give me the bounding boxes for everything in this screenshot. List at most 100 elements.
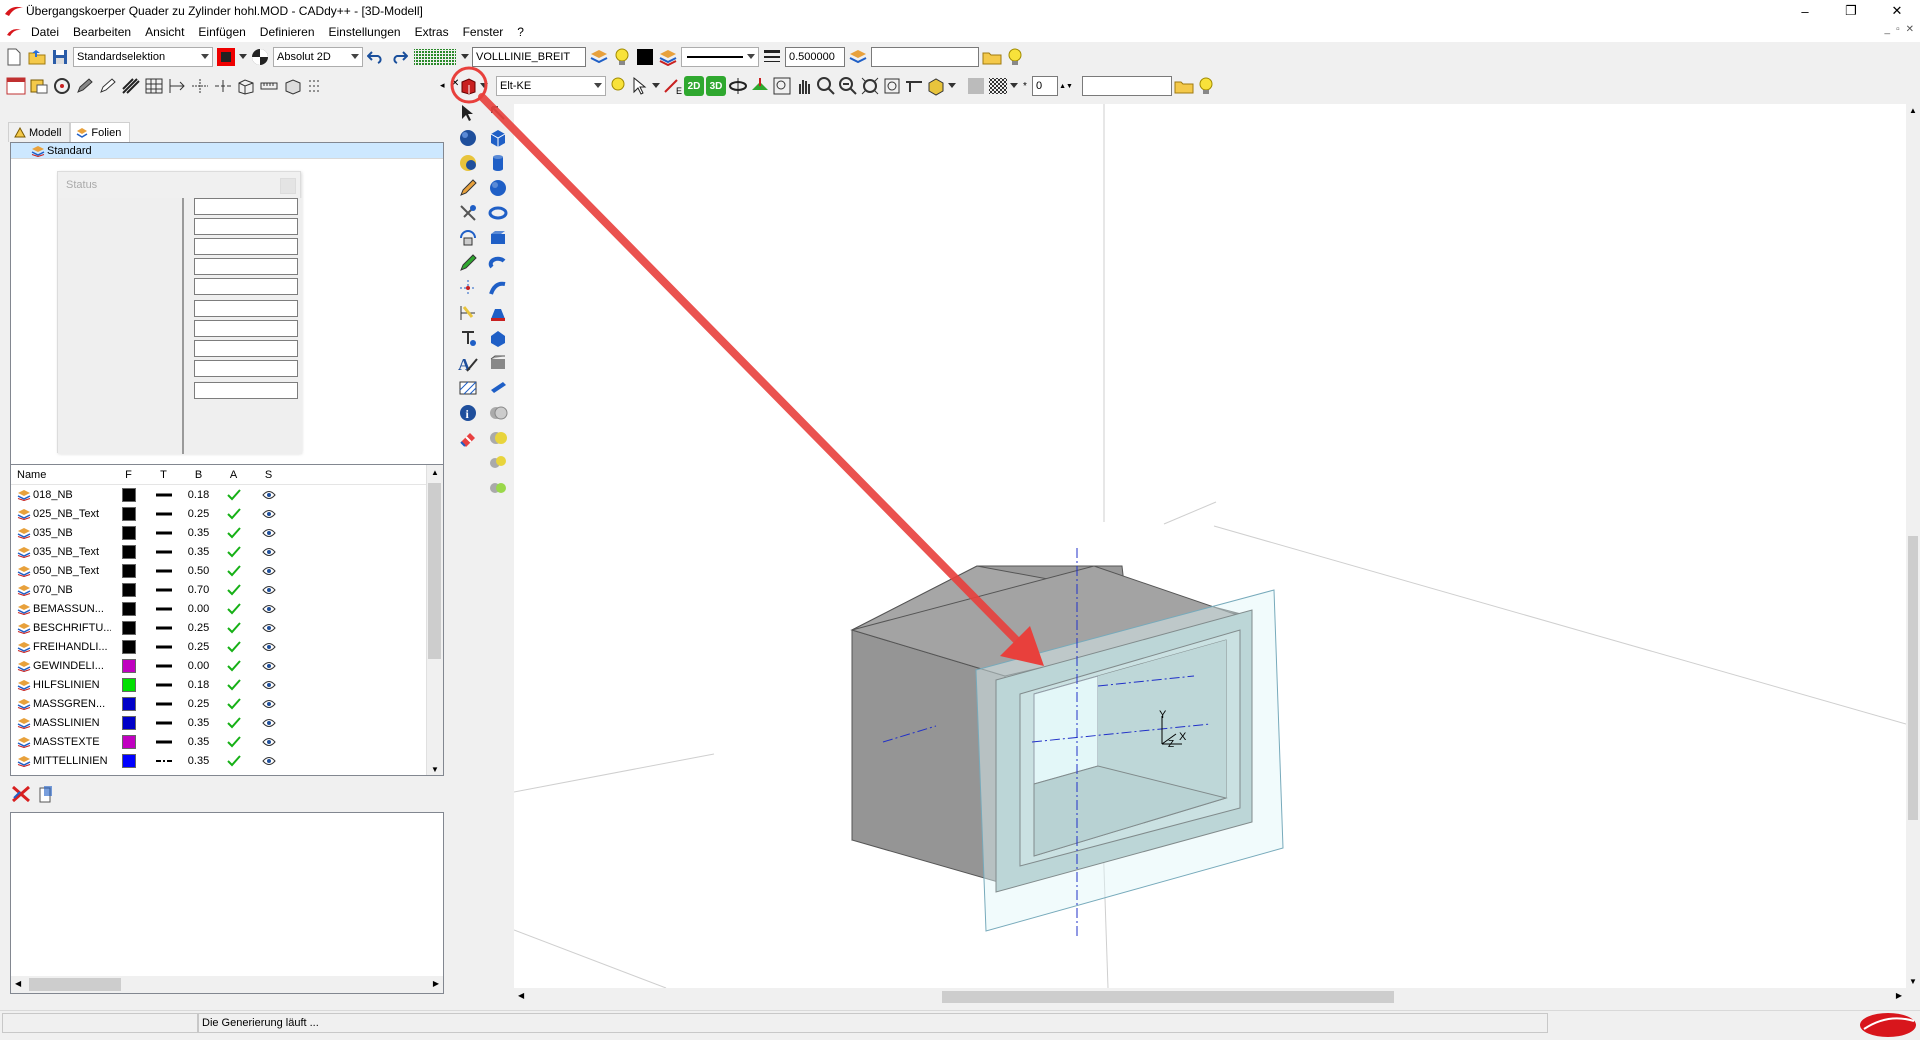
check-icon[interactable] bbox=[226, 735, 241, 748]
layer-active-cell[interactable] bbox=[216, 754, 251, 767]
layer-width-cell[interactable]: 0.50 bbox=[181, 565, 216, 577]
layers-icon[interactable] bbox=[658, 47, 678, 67]
hatch-tool-icon[interactable] bbox=[121, 76, 141, 96]
layer-row[interactable]: HILFSLINIEN 0.18 bbox=[11, 675, 443, 694]
layer-color-cell[interactable] bbox=[111, 753, 146, 768]
torus-icon[interactable] bbox=[487, 202, 509, 224]
viewport-v-scrollbar[interactable]: ▲ ▼ bbox=[1906, 104, 1920, 988]
eye-icon[interactable] bbox=[261, 680, 276, 690]
layer-active-cell[interactable] bbox=[216, 678, 251, 691]
save-icon[interactable] bbox=[50, 47, 70, 67]
layer-color-cell[interactable] bbox=[111, 620, 146, 635]
zoom-in-icon[interactable] bbox=[816, 76, 836, 96]
layer-linetype-cell[interactable] bbox=[146, 493, 181, 497]
layer-linetype-cell[interactable] bbox=[146, 550, 181, 554]
layer-visible-cell[interactable] bbox=[251, 490, 286, 500]
layer-active-cell[interactable] bbox=[216, 583, 251, 596]
chevron-down-icon[interactable] bbox=[239, 47, 247, 67]
properties-icon[interactable] bbox=[29, 76, 49, 96]
layer-color-swatch[interactable] bbox=[121, 658, 136, 673]
open-folder-icon[interactable] bbox=[982, 47, 1002, 67]
layer-row[interactable]: GEWINDELI... 0.00 bbox=[11, 656, 443, 675]
open-folder-icon[interactable] bbox=[27, 47, 47, 67]
dotted-grid-icon[interactable] bbox=[305, 76, 325, 96]
coordinate-mode-select[interactable]: Absolut 2D bbox=[273, 47, 363, 67]
line-width-field[interactable]: 0.500000 bbox=[785, 47, 845, 67]
layer-color-swatch[interactable] bbox=[121, 639, 136, 654]
layer-active-cell[interactable] bbox=[216, 507, 251, 520]
check-icon[interactable] bbox=[226, 678, 241, 691]
scroll-down-icon[interactable]: ▼ bbox=[1909, 977, 1917, 986]
sphere-yellow-icon[interactable] bbox=[457, 152, 479, 174]
fill-gray-icon[interactable] bbox=[966, 76, 986, 96]
eraser-icon[interactable] bbox=[457, 427, 479, 449]
menu-fenster[interactable]: Fenster bbox=[456, 25, 511, 39]
crosshair-icon[interactable] bbox=[190, 76, 210, 96]
color-black-icon[interactable] bbox=[635, 47, 655, 67]
eye-icon[interactable] bbox=[261, 528, 276, 538]
hatch-grid-icon[interactable] bbox=[144, 76, 164, 96]
zoom-out-icon[interactable] bbox=[838, 76, 858, 96]
mdi-close-button[interactable]: ✕ bbox=[1906, 24, 1914, 35]
layer-active-cell[interactable] bbox=[216, 735, 251, 748]
transform-icon[interactable] bbox=[457, 227, 479, 249]
eye-icon[interactable] bbox=[261, 718, 276, 728]
layer-color-swatch[interactable] bbox=[121, 563, 136, 578]
status-window-icon[interactable] bbox=[6, 76, 26, 96]
layer-color-swatch[interactable] bbox=[121, 753, 136, 768]
layer-linetype-cell[interactable] bbox=[146, 721, 181, 725]
layer-active-cell[interactable] bbox=[216, 545, 251, 558]
scroll-right-icon[interactable]: ▶ bbox=[1896, 991, 1902, 1000]
points-icon[interactable] bbox=[457, 277, 479, 299]
loft-icon[interactable] bbox=[487, 302, 509, 324]
layer-width-cell[interactable]: 0.25 bbox=[181, 622, 216, 634]
green-pencil-icon[interactable] bbox=[457, 252, 479, 274]
text-a-icon[interactable]: A bbox=[457, 352, 479, 374]
layer-visible-cell[interactable] bbox=[251, 585, 286, 595]
layer-active-cell[interactable] bbox=[216, 602, 251, 615]
layer-linetype-cell[interactable] bbox=[146, 645, 181, 649]
menu-einfuegen[interactable]: Einfügen bbox=[191, 25, 252, 39]
3d-viewport[interactable]: Y Z X bbox=[514, 104, 1906, 988]
column-name[interactable]: Name bbox=[11, 469, 111, 481]
layer-linetype-cell[interactable] bbox=[146, 740, 181, 744]
layer-color-swatch[interactable] bbox=[121, 620, 136, 635]
layer-color-cell[interactable] bbox=[111, 734, 146, 749]
edit-pencil-icon[interactable] bbox=[98, 76, 118, 96]
layer-color-cell[interactable] bbox=[111, 677, 146, 692]
color-red-icon[interactable] bbox=[216, 47, 236, 67]
viewport-h-scroll-thumb[interactable] bbox=[942, 991, 1394, 1003]
view-plane-icon[interactable] bbox=[750, 76, 770, 96]
pencil-draw-icon[interactable] bbox=[457, 177, 479, 199]
undo-icon[interactable] bbox=[366, 47, 386, 67]
tool-3d-button[interactable]: 3D bbox=[706, 76, 726, 96]
solid-view-icon[interactable] bbox=[926, 76, 946, 96]
layer-row[interactable]: MASSTEXTE 0.35 bbox=[11, 732, 443, 751]
layer-width-cell[interactable]: 0.25 bbox=[181, 698, 216, 710]
layer-width-cell[interactable]: 0.25 bbox=[181, 508, 216, 520]
line-width-icon[interactable] bbox=[762, 47, 782, 67]
layer-folder-icon[interactable] bbox=[589, 47, 609, 67]
layer-visible-cell[interactable] bbox=[251, 718, 286, 728]
scroll-up-icon[interactable]: ▲ bbox=[431, 468, 439, 477]
layer-visible-cell[interactable] bbox=[251, 756, 286, 766]
orbit-icon[interactable] bbox=[728, 76, 748, 96]
layer-color-cell[interactable] bbox=[111, 715, 146, 730]
check-icon[interactable] bbox=[226, 697, 241, 710]
search-field-1[interactable] bbox=[871, 47, 979, 67]
eye-icon[interactable] bbox=[261, 490, 276, 500]
edit-tools-icon[interactable] bbox=[457, 202, 479, 224]
layer-active-cell[interactable] bbox=[216, 488, 251, 501]
eye-icon[interactable] bbox=[261, 623, 276, 633]
layer-color-cell[interactable] bbox=[111, 696, 146, 711]
layer-row[interactable]: FREIHANDLI... 0.25 bbox=[11, 637, 443, 656]
column-t[interactable]: T bbox=[146, 469, 181, 481]
layer-row[interactable]: 025_NB_Text 0.25 bbox=[11, 504, 443, 523]
sphere-icon[interactable] bbox=[487, 177, 509, 199]
layer-row[interactable]: BEMASSUN... 0.00 bbox=[11, 599, 443, 618]
layer-linetype-cell[interactable] bbox=[146, 569, 181, 573]
eye-icon[interactable] bbox=[261, 547, 276, 557]
layer-row[interactable]: 035_NB 0.35 bbox=[11, 523, 443, 542]
layer-width-cell[interactable]: 0.00 bbox=[181, 660, 216, 672]
tool-2d-button[interactable]: 2D bbox=[684, 76, 704, 96]
